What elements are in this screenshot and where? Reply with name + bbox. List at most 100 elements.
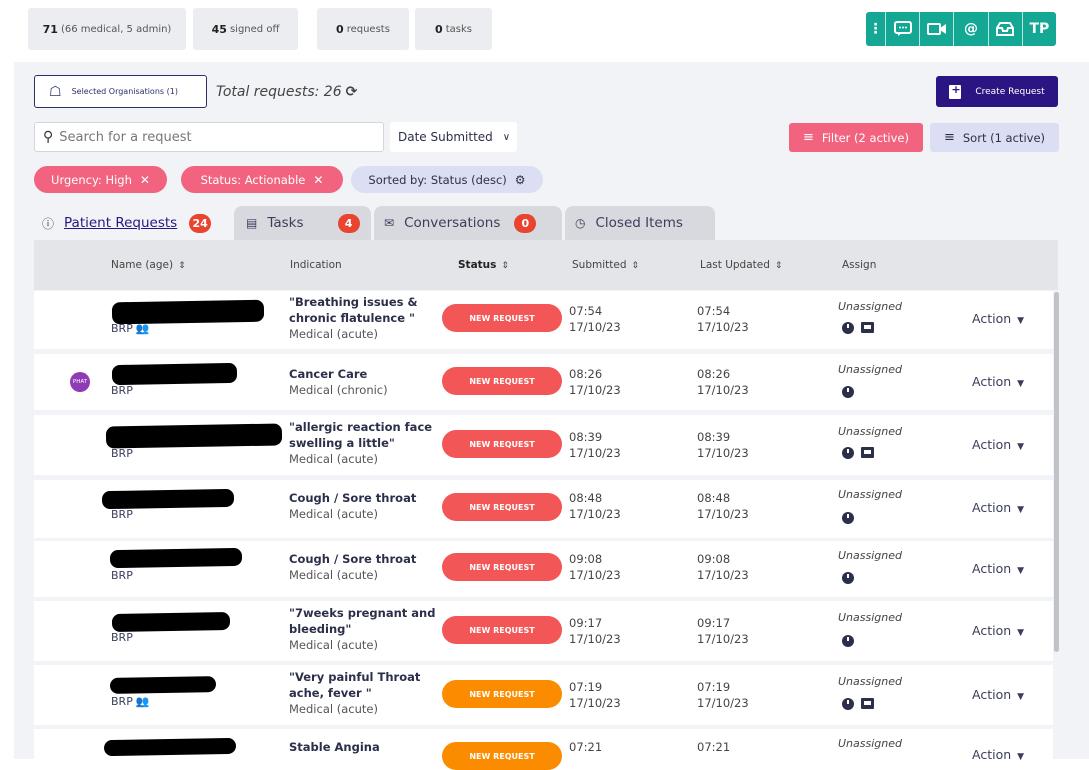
action-dropdown[interactable]: Action ▼ <box>972 500 1024 515</box>
sort-chip[interactable]: Sorted by: Status (desc) ⚙ <box>351 166 543 193</box>
more-vertical-icon[interactable]: ⋮ <box>866 12 886 46</box>
refresh-icon[interactable]: ⟳ <box>346 84 358 100</box>
gear-icon[interactable]: ⚙ <box>515 173 526 187</box>
assignee[interactable]: Unassigned <box>838 425 902 438</box>
updated-datetime: 08:26 17/10/23 <box>697 367 749 397</box>
envelope-icon: ✉ <box>384 216 395 230</box>
redacted-name <box>111 611 231 633</box>
email-at-icon[interactable]: @ <box>954 12 989 46</box>
organisation-label: BRP 👥 <box>111 695 150 708</box>
group-users-icon: 👥 <box>135 695 150 708</box>
status-badge: NEW REQUEST <box>442 430 562 458</box>
selected-organisations-button[interactable]: ☖ Selected Organisations (1) <box>34 75 207 108</box>
indication: Stable Angina <box>289 740 380 754</box>
indication: "Breathing issues & chronic flatulence "… <box>289 295 418 341</box>
column-header-last-updated[interactable]: Last Updated ⇕ <box>700 259 782 271</box>
chat-icon <box>861 447 874 458</box>
sort-button[interactable]: ≡ Sort (1 active) <box>930 123 1059 152</box>
action-dropdown[interactable]: Action ▼ <box>972 561 1024 576</box>
caret-down-icon: ▼ <box>1017 566 1025 576</box>
close-icon[interactable]: ✕ <box>313 173 323 187</box>
action-dropdown[interactable]: Action ▼ <box>972 437 1024 452</box>
clock-icon <box>842 572 854 584</box>
close-icon[interactable]: ✕ <box>140 173 150 187</box>
status-badge: NEW REQUEST <box>442 367 562 395</box>
tab-tasks[interactable]: ▤ Tasks 4 <box>234 206 371 240</box>
updated-datetime: 08:48 17/10/23 <box>697 491 749 521</box>
assignee[interactable]: Unassigned <box>838 488 902 501</box>
filter-chip-status[interactable]: Status: Actionable ✕ <box>181 166 343 193</box>
filter-chip-urgency[interactable]: Urgency: High ✕ <box>34 166 167 193</box>
inbox-icon[interactable] <box>989 12 1023 46</box>
stat-signed-off[interactable]: 45 signed off <box>193 8 298 50</box>
updated-datetime: 09:17 17/10/23 <box>697 616 749 646</box>
table-row[interactable]: BRP "7weeks pregnant and bleeding" Medica… <box>34 601 1053 661</box>
tab-count-badge: 0 <box>514 213 537 233</box>
assignee[interactable]: Unassigned <box>838 611 902 624</box>
message-icon[interactable] <box>886 12 921 46</box>
clock-icon <box>842 386 854 398</box>
caret-down-icon: ▼ <box>1017 505 1025 515</box>
date-submitted-select[interactable]: Date Submitted ∨ <box>390 122 517 152</box>
assignee[interactable]: Unassigned <box>838 675 902 688</box>
status-badge: NEW REQUEST <box>442 680 562 708</box>
filter-icon: ≡ <box>803 130 814 145</box>
tab-conversations[interactable]: ✉ Conversations 0 <box>374 206 562 240</box>
tab-closed-items[interactable]: ◷ Closed Items <box>565 206 715 240</box>
alert-message-icon: ⓘ <box>42 216 55 231</box>
column-header-assign: Assign <box>842 259 877 271</box>
redacted-name <box>111 362 238 386</box>
task-list-icon: ▤ <box>246 216 258 230</box>
stat-total[interactable]: 71 (66 medical, 5 admin) <box>28 8 186 50</box>
total-requests: Total requests: 26 ⟳ <box>216 84 358 100</box>
action-dropdown[interactable]: Action ▼ <box>972 623 1024 638</box>
redacted-name <box>111 299 265 325</box>
redacted-name <box>109 547 243 569</box>
table-row[interactable]: BRP 👥 "Breathing issues & chronic flatule… <box>34 291 1053 349</box>
status-badge: NEW REQUEST <box>442 742 562 770</box>
assignee[interactable]: Unassigned <box>838 549 902 562</box>
tab-count-badge: 24 <box>189 213 212 233</box>
organisation-label: BRP 👥 <box>111 322 150 335</box>
table-row[interactable]: BRP "allergic reaction face swelling a l… <box>34 415 1053 475</box>
create-request-button[interactable]: Create Request <box>936 76 1058 107</box>
action-dropdown[interactable]: Action ▼ <box>972 311 1024 326</box>
stat-tasks[interactable]: 0 tasks <box>415 8 492 50</box>
table-scrollbar[interactable] <box>1054 292 1059 652</box>
user-initials-avatar[interactable]: TP <box>1023 12 1056 46</box>
action-dropdown[interactable]: Action ▼ <box>972 747 1024 762</box>
search-input[interactable]: ⚲ Search for a request <box>34 122 384 152</box>
clock-icon <box>842 322 854 334</box>
caret-down-icon: ▼ <box>1017 628 1025 638</box>
home-icon: ☖ <box>49 83 62 100</box>
stat-requests[interactable]: 0 requests <box>317 8 409 50</box>
sort-arrows-icon: ⇕ <box>178 261 186 271</box>
video-call-icon[interactable] <box>920 12 955 46</box>
tab-patient-requests[interactable]: ⓘ Patient Requests 24 <box>34 206 232 240</box>
clock-icon <box>842 635 854 647</box>
column-header-submitted[interactable]: Submitted ⇕ <box>572 259 639 271</box>
action-dropdown[interactable]: Action ▼ <box>972 687 1024 702</box>
organisation-label: BRP <box>111 508 133 521</box>
organisation-label: BRP <box>111 569 133 582</box>
column-header-status[interactable]: Status ⇕ <box>458 259 509 271</box>
table-row[interactable]: Stable Angina NEW REQUEST 07:21 07:21 Un… <box>34 729 1053 770</box>
column-header-name[interactable]: Name (age) ⇕ <box>111 259 186 271</box>
table-row[interactable]: BRP Cough / Sore throat Medical (acute) N… <box>34 480 1053 538</box>
tab-count-badge: 4 <box>337 213 360 233</box>
organisation-label: BRP <box>111 631 133 644</box>
group-users-icon: 👥 <box>135 322 150 335</box>
indication: "7weeks pregnant and bleeding" Medical (a… <box>289 606 436 652</box>
assignee[interactable]: Unassigned <box>838 300 902 313</box>
table-row[interactable]: BRP Cough / Sore throat Medical (acute) N… <box>34 541 1053 597</box>
table-row[interactable]: PHAT BRP Cancer Care Medical (chronic) NE… <box>34 354 1053 410</box>
assignee[interactable]: Unassigned <box>838 363 902 376</box>
status-badge: NEW REQUEST <box>442 553 562 581</box>
submitted-datetime: 08:26 17/10/23 <box>569 367 621 397</box>
table-row[interactable]: BRP 👥 "Very painful Throat ache, fever " M… <box>34 665 1053 725</box>
assignee[interactable]: Unassigned <box>838 737 902 750</box>
updated-datetime: 09:08 17/10/23 <box>697 552 749 582</box>
filter-button[interactable]: ≡ Filter (2 active) <box>789 123 923 152</box>
submitted-datetime: 07:19 17/10/23 <box>569 680 621 710</box>
action-dropdown[interactable]: Action ▼ <box>972 374 1024 389</box>
